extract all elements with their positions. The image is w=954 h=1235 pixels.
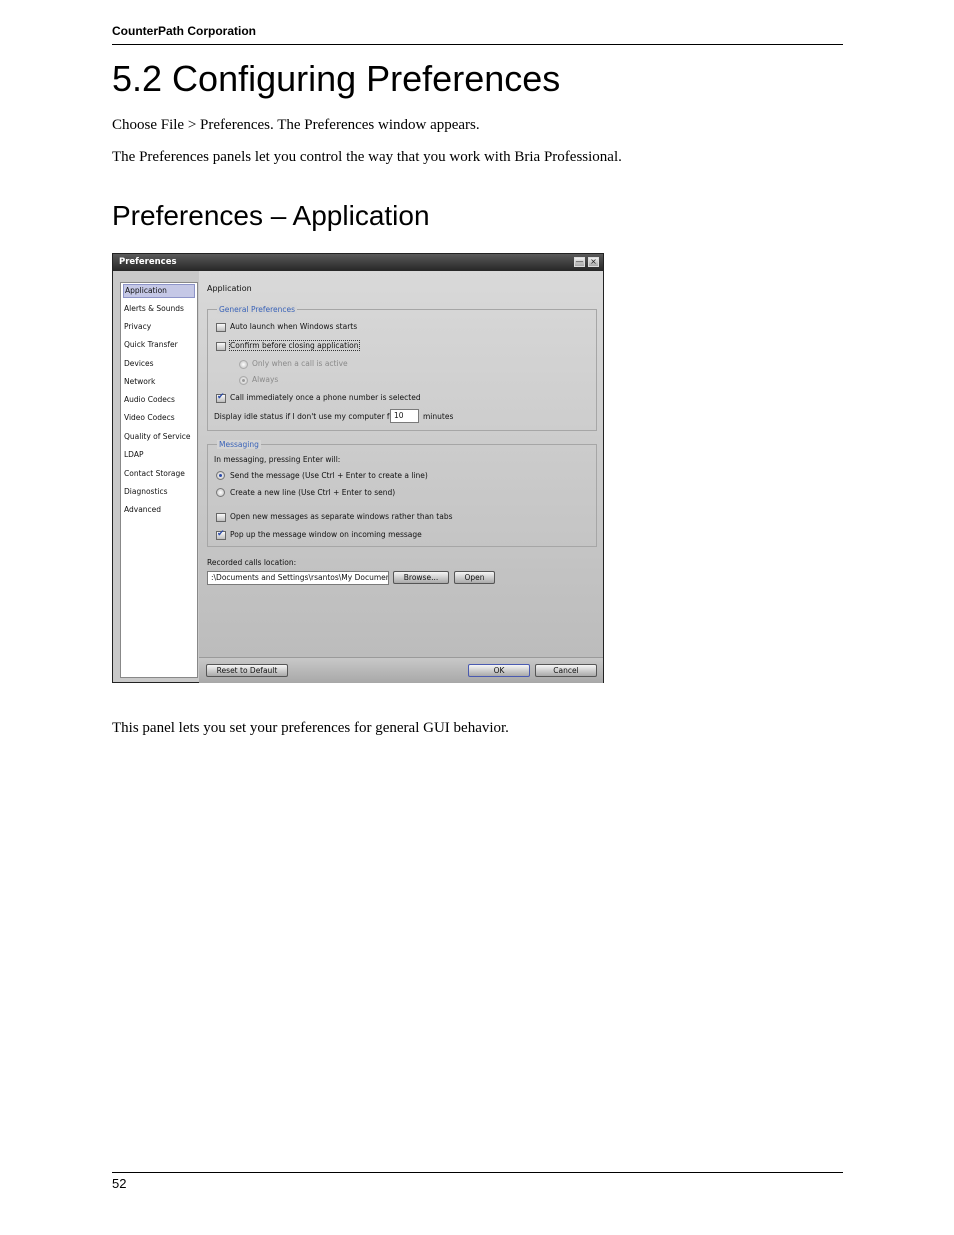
window-titlebar: Preferences — ×: [113, 254, 603, 271]
panel-title: Application: [207, 284, 252, 293]
recorded-calls-path-input[interactable]: :\Documents and Settings\rsantos\My Docu…: [207, 571, 389, 585]
only-when-active-radio[interactable]: [239, 360, 248, 369]
send-message-label: Send the message (Use Ctrl + Enter to cr…: [230, 471, 428, 480]
messaging-intro: In messaging, pressing Enter will:: [214, 455, 341, 464]
description-paragraph: This panel lets you set your preferences…: [112, 720, 509, 736]
footer-rule: [112, 1172, 843, 1173]
sidebar-item-video-codecs[interactable]: Video Codecs: [123, 411, 196, 425]
open-button[interactable]: Open: [454, 571, 495, 584]
call-immediately-checkbox[interactable]: [216, 392, 226, 403]
call-immediately-label: Call immediately once a phone number is …: [230, 393, 421, 402]
cancel-button[interactable]: Cancel: [535, 664, 597, 677]
minimize-icon[interactable]: —: [574, 257, 585, 267]
running-header: CounterPath Corporation: [112, 24, 256, 38]
sidebar-item-alerts-sounds[interactable]: Alerts & Sounds: [123, 302, 196, 316]
reset-to-default-button[interactable]: Reset to Default: [206, 664, 288, 677]
page-title: 5.2 Configuring Preferences: [112, 58, 561, 99]
popup-message-checkbox[interactable]: [216, 529, 226, 540]
new-line-label: Create a new line (Use Ctrl + Enter to s…: [230, 488, 396, 497]
only-when-active-label: Only when a call is active: [252, 359, 348, 368]
idle-minutes-input[interactable]: 10: [390, 409, 419, 423]
idle-unit-label: minutes: [423, 412, 454, 421]
new-line-radio[interactable]: [216, 488, 225, 497]
sidebar-item-audio-codecs[interactable]: Audio Codecs: [123, 393, 196, 407]
recorded-calls-label: Recorded calls location:: [207, 558, 297, 567]
close-icon[interactable]: ×: [588, 257, 599, 267]
messaging-title: Messaging: [217, 440, 261, 449]
sidebar-item-contact-storage[interactable]: Contact Storage: [123, 467, 196, 481]
general-preferences-title: General Preferences: [217, 305, 298, 314]
idle-status-label: Display idle status if I don't use my co…: [214, 412, 400, 421]
intro-paragraph-1: Choose File > Preferences. The Preferenc…: [112, 117, 480, 133]
sidebar-item-diagnostics[interactable]: Diagnostics: [123, 485, 196, 499]
auto-launch-checkbox[interactable]: [216, 323, 226, 332]
sidebar-item-quick-transfer[interactable]: Quick Transfer: [123, 338, 196, 352]
sidebar-item-application[interactable]: Application: [123, 284, 195, 298]
section-title: Preferences – Application: [112, 200, 430, 231]
separate-windows-label: Open new messages as separate windows ra…: [230, 512, 453, 521]
confirm-close-checkbox[interactable]: [216, 342, 226, 351]
sidebar-item-advanced[interactable]: Advanced: [123, 503, 196, 517]
auto-launch-label: Auto launch when Windows starts: [230, 322, 358, 331]
sidebar-item-devices[interactable]: Devices: [123, 357, 196, 371]
sidebar-item-quality-of-service[interactable]: Quality of Service: [123, 430, 196, 444]
page-number: 52: [112, 1176, 127, 1191]
preferences-sidebar: Application Alerts & Sounds Privacy Quic…: [120, 282, 198, 678]
preferences-panel: Application General Preferences Auto lau…: [199, 271, 603, 657]
send-message-radio[interactable]: [216, 471, 225, 480]
confirm-close-label: Confirm before closing application: [229, 340, 360, 351]
window-title: Preferences: [119, 257, 177, 267]
browse-button[interactable]: Browse...: [393, 571, 449, 584]
sidebar-item-network[interactable]: Network: [123, 375, 196, 389]
always-label: Always: [252, 375, 279, 384]
ok-button[interactable]: OK: [468, 664, 530, 677]
header-rule: [112, 44, 843, 45]
window-button-bar: Reset to Default OK Cancel: [199, 657, 603, 683]
preferences-window: Preferences — × Application Alerts & Sou…: [112, 253, 604, 683]
always-radio[interactable]: [239, 376, 248, 385]
intro-paragraph-2: The Preferences panels let you control t…: [112, 149, 622, 165]
popup-message-label: Pop up the message window on incoming me…: [230, 530, 422, 539]
sidebar-item-privacy[interactable]: Privacy: [123, 320, 196, 334]
sidebar-item-ldap[interactable]: LDAP: [123, 448, 196, 462]
separate-windows-checkbox[interactable]: [216, 513, 226, 522]
